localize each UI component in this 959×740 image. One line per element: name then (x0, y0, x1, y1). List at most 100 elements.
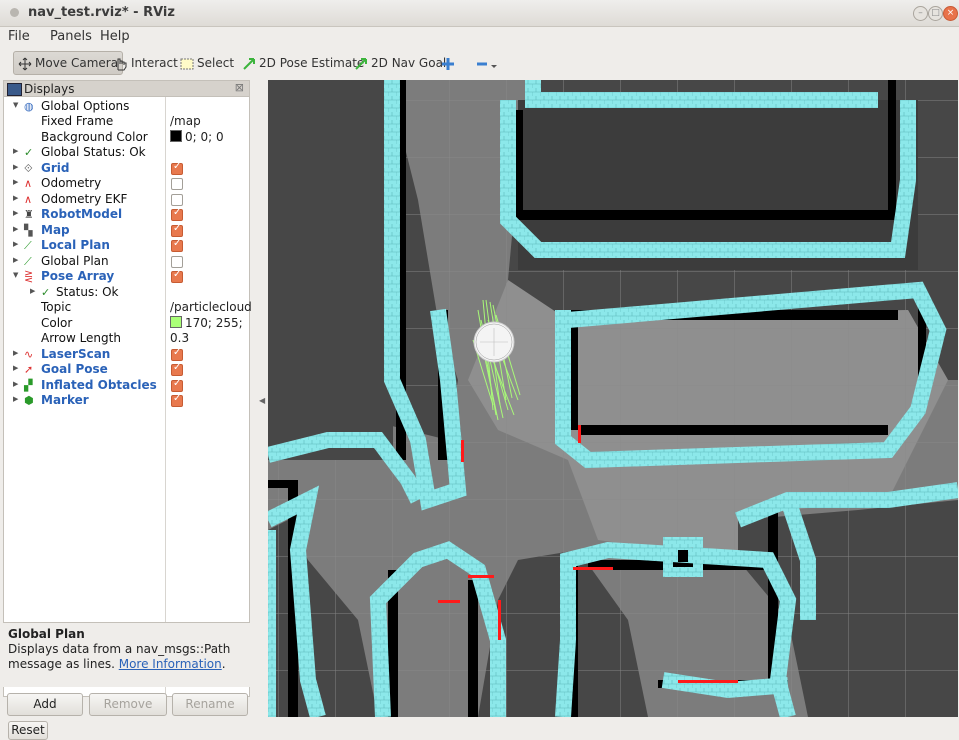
more-information-link[interactable]: More Information (119, 657, 222, 671)
inflated-obtacles-checkbox[interactable] (171, 378, 183, 392)
maximize-button[interactable]: □ (928, 6, 943, 21)
pose-array-checkbox[interactable] (171, 269, 183, 283)
goal-pose-checkbox[interactable] (171, 362, 183, 376)
select-tool[interactable]: Select (176, 51, 238, 75)
window-title: nav_test.rviz* - RViz (28, 5, 175, 20)
background-color-value[interactable]: 0; 0; 0 (170, 130, 224, 144)
expand-icon[interactable]: ▼ (13, 101, 18, 109)
tree-row-pose-array-status[interactable]: ▶ ✓ Status: Ok (4, 285, 249, 300)
expand-icon[interactable]: ▶ (13, 225, 18, 233)
tree-row-marker[interactable]: ▶ ⬢ Marker (4, 393, 249, 408)
add-button[interactable]: Add (7, 693, 83, 716)
hand-icon (117, 58, 127, 70)
rename-button[interactable]: Rename (172, 693, 248, 716)
tree-row-inflated-obtacles[interactable]: ▶ ▞ Inflated Obtacles (4, 378, 249, 393)
tree-row-odometry[interactable]: ▶ ∧ Odometry (4, 176, 249, 191)
tree-row-background-color[interactable]: Background Color 0; 0; 0 (4, 130, 249, 145)
grid-icon: ⟐ (24, 162, 33, 175)
robotmodel-checkbox[interactable] (171, 207, 183, 221)
grid-cells-icon: ▞ (24, 379, 33, 392)
menu-help[interactable]: Help (100, 29, 130, 44)
menu-bar: File Panels Help (0, 27, 959, 47)
tree-row-pose-array[interactable]: ▼ ⋛ Pose Array (4, 269, 249, 284)
close-button[interactable]: × (943, 6, 958, 21)
odometry-ekf-checkbox[interactable] (171, 194, 183, 206)
render-viewport[interactable] (268, 80, 958, 717)
expand-icon[interactable]: ▶ (13, 364, 18, 372)
laserscan-checkbox[interactable] (171, 347, 183, 361)
tree-row-arrow-length[interactable]: Arrow Length 0.3 (4, 331, 249, 346)
remove-tool-button[interactable] (472, 51, 507, 75)
grid-checkbox[interactable] (171, 161, 183, 175)
odometry-checkbox[interactable] (171, 178, 183, 190)
interact-tool[interactable]: Interact (110, 51, 182, 75)
description-box: Global Plan Displays data from a nav_msg… (3, 622, 250, 687)
tree-row-global-plan[interactable]: ▶ ⟋ Global Plan (4, 254, 249, 269)
map-canvas[interactable] (268, 80, 958, 717)
expand-icon[interactable]: ▶ (30, 287, 35, 295)
local-plan-checkbox[interactable] (171, 238, 183, 252)
expand-icon[interactable]: ▶ (13, 147, 18, 155)
reset-button[interactable]: Reset (8, 721, 48, 740)
expand-icon[interactable]: ▶ (13, 178, 18, 186)
menu-file[interactable]: File (8, 29, 30, 44)
tree-row-topic[interactable]: Topic /particlecloud (4, 300, 252, 315)
tree-row-global-status[interactable]: ▶ ✓ Global Status: Ok (4, 145, 249, 160)
fixed-frame-value[interactable]: /map (170, 114, 201, 128)
expand-icon[interactable]: ▶ (13, 395, 18, 403)
tree-row-grid[interactable]: ▶ ⟐ Grid (4, 161, 249, 176)
tree-row-map[interactable]: ▶ ▚ Map (4, 223, 249, 238)
tree-row-robotmodel[interactable]: ▶ ♜ RobotModel (4, 207, 249, 222)
expand-icon[interactable]: ▶ (13, 209, 18, 217)
window-menu-icon[interactable] (10, 8, 19, 17)
tree-row-color[interactable]: Color 170; 255; (4, 316, 249, 331)
nav-goal-label: 2D Nav Goal (371, 56, 447, 70)
select-label: Select (197, 56, 235, 70)
topic-value[interactable]: /particlecloud (170, 300, 252, 314)
pose-estimate-label: 2D Pose Estimate (259, 56, 365, 70)
tree-row-fixed-frame[interactable]: Fixed Frame /map (4, 114, 249, 129)
tree-row-global-options[interactable]: ▼ ◍ Global Options (4, 99, 249, 114)
description-title: Global Plan (8, 627, 85, 641)
global-plan-checkbox[interactable] (171, 256, 183, 268)
map-checkbox[interactable] (171, 223, 183, 237)
remove-button[interactable]: Remove (89, 693, 167, 716)
marker-checkbox[interactable] (171, 393, 183, 407)
color-swatch (170, 316, 182, 328)
expand-icon[interactable]: ▶ (13, 256, 18, 264)
path-icon: ⟋ (24, 239, 32, 252)
color-value[interactable]: 170; 255; (170, 316, 243, 330)
expand-icon[interactable]: ▶ (13, 163, 18, 171)
panel-close-icon[interactable]: ⊠ (235, 81, 244, 94)
move-camera-tool[interactable]: Move Camera (13, 51, 124, 75)
tree-row-laserscan[interactable]: ▶ ∿ LaserScan (4, 347, 249, 362)
interact-label: Interact (131, 56, 178, 70)
collapse-arrow-icon[interactable]: ◀ (259, 396, 265, 405)
tree-row-goal-pose[interactable]: ▶ ➚ Goal Pose (4, 362, 249, 377)
nav-goal-tool[interactable]: 2D Nav Goal (350, 51, 450, 75)
expand-icon[interactable]: ▶ (13, 349, 18, 357)
pose-estimate-tool[interactable]: 2D Pose Estimate (238, 51, 368, 75)
check-icon: ✓ (41, 286, 51, 299)
plus-icon (442, 57, 454, 70)
description-body: Displays data from a nav_msgs::Path mess… (8, 642, 231, 671)
collapse-icon[interactable]: ▼ (13, 271, 18, 279)
green-arrow-icon (355, 57, 367, 70)
arrow-length-value[interactable]: 0.3 (170, 331, 189, 345)
add-tool-button[interactable] (437, 51, 462, 75)
goal-arrow-icon: ➚ (24, 363, 34, 376)
minus-dropdown-icon (477, 62, 497, 68)
toolbar: Move Camera Interact Select 2D Pose Esti… (0, 48, 959, 78)
panel-splitter[interactable]: ◀ (253, 80, 265, 717)
menu-panels[interactable]: Panels (50, 29, 92, 44)
expand-icon[interactable]: ▶ (13, 240, 18, 248)
tree-row-odometry-ekf[interactable]: ▶ ∧ Odometry EKF (4, 192, 249, 207)
minimize-button[interactable]: – (913, 6, 928, 21)
check-icon: ✓ (24, 146, 34, 159)
green-arrow-icon (243, 57, 255, 70)
tree-row-local-plan[interactable]: ▶ ⟋ Local Plan (4, 238, 249, 253)
expand-icon[interactable]: ▶ (13, 380, 18, 388)
map-icon: ▚ (24, 224, 33, 237)
expand-icon[interactable]: ▶ (13, 194, 18, 202)
laser-icon: ∿ (24, 348, 34, 361)
